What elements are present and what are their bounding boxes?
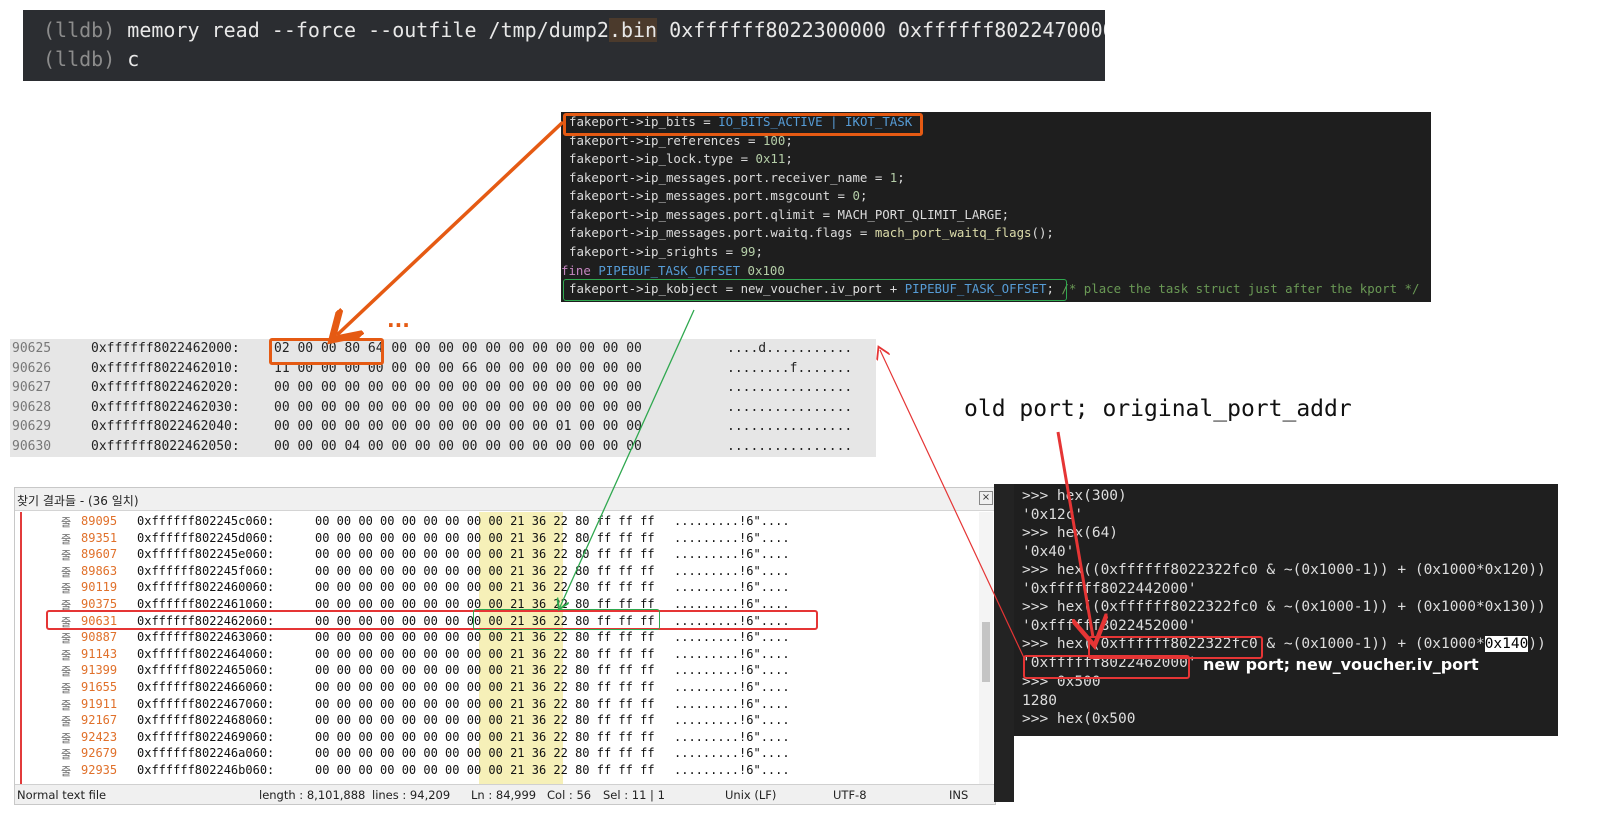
red-arrow-new-port xyxy=(880,350,1026,661)
orange-arrow xyxy=(337,120,565,335)
annotation-arrows xyxy=(0,120,1611,661)
green-arrow xyxy=(560,309,695,607)
red-arrow-old-port xyxy=(1056,431,1093,637)
